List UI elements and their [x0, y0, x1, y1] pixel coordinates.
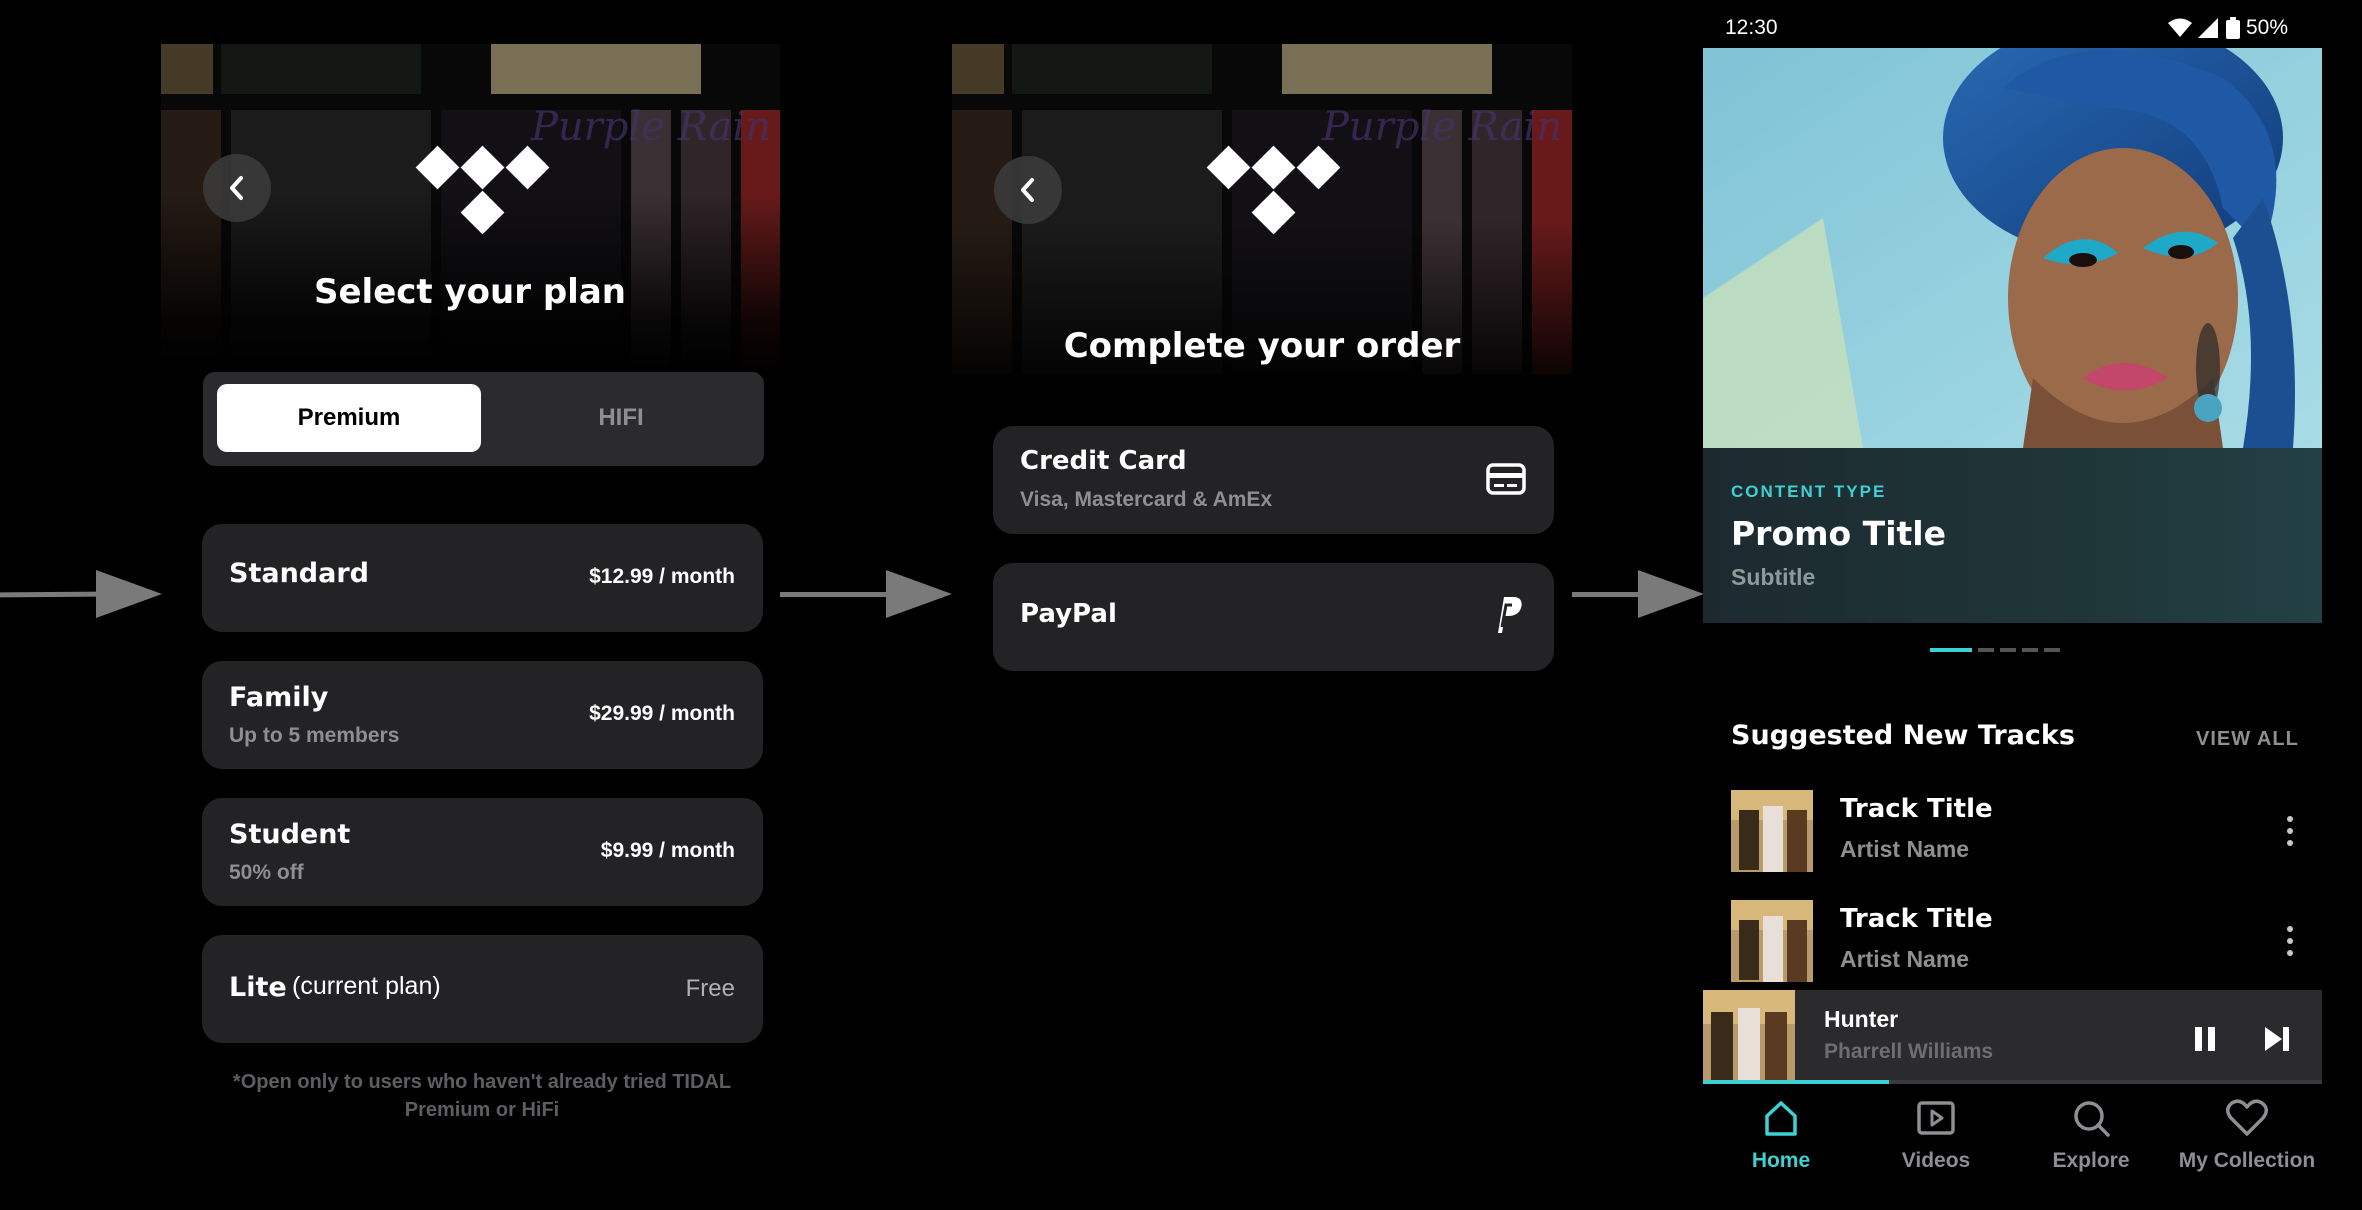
promo-content-type: CONTENT TYPE — [1731, 482, 1887, 501]
search-icon — [2074, 1101, 2110, 1137]
bottom-nav: Home Videos Explore My Collection — [1703, 1084, 2322, 1210]
nav-label: My Collection — [2178, 1149, 2316, 1172]
track-artwork — [1731, 900, 1813, 982]
battery-icon — [2226, 17, 2240, 39]
promo-info-panel: CONTENT TYPE Promo Title Subtitle — [1703, 448, 2322, 623]
back-button[interactable] — [203, 154, 271, 222]
plan-subtitle: Up to 5 members — [229, 724, 400, 747]
footnote-line-1: *Open only to users who haven't already … — [232, 1071, 732, 1093]
view-all-link[interactable]: VIEW ALL — [2196, 728, 2299, 751]
chevron-left-icon — [230, 176, 243, 200]
nav-label: Home — [1751, 1149, 1811, 1172]
page-dot[interactable] — [2022, 648, 2038, 652]
back-button[interactable] — [994, 156, 1062, 224]
video-icon — [1917, 1101, 1955, 1135]
status-time: 12:30 — [1725, 16, 1778, 39]
skip-next-icon[interactable] — [2263, 1026, 2291, 1052]
tidal-logo — [1206, 145, 1341, 238]
wifi-icon — [2168, 18, 2192, 37]
plan-name: Student — [229, 819, 351, 850]
track-artwork — [1731, 790, 1813, 872]
chevron-left-icon — [1021, 178, 1034, 202]
status-icons: 50% — [2168, 16, 2288, 40]
plan-price: Free — [685, 975, 735, 1002]
heart-icon — [2226, 1099, 2268, 1136]
signal-icon — [2198, 18, 2218, 38]
payment-method-name: PayPal — [1020, 599, 1117, 629]
track-row[interactable]: Track Title Artist Name — [1731, 788, 2306, 872]
plan-card-lite[interactable]: Lite (current plan) Free — [202, 935, 763, 1043]
paypal-icon — [1498, 597, 1522, 633]
page-dot-active[interactable] — [1930, 648, 1972, 652]
battery-percent: 50% — [2246, 16, 2289, 39]
plan-price: $9.99 / month — [600, 839, 735, 862]
nav-home[interactable]: Home — [1701, 1098, 1861, 1173]
nav-explore[interactable]: Explore — [2011, 1098, 2171, 1173]
home-icon — [1765, 1101, 1797, 1136]
now-playing-artist: Pharrell Williams — [1824, 1040, 1994, 1063]
order-screen-title: Complete your order — [1063, 326, 1461, 366]
page-dot[interactable] — [1978, 648, 1994, 652]
promo-subtitle: Subtitle — [1731, 564, 1816, 590]
order-hero-banner: Purple Rain — [952, 44, 1572, 434]
nav-videos[interactable]: Videos — [1856, 1098, 2016, 1173]
payment-credit-card[interactable]: Credit Card Visa, Mastercard & AmEx — [993, 426, 1554, 534]
pause-icon[interactable] — [2193, 1026, 2217, 1052]
plan-card-standard[interactable]: Standard $12.99 / month — [202, 524, 763, 632]
now-playing-artwork — [1703, 990, 1795, 1084]
track-title: Track Title — [1840, 904, 1993, 934]
credit-card-icon — [1486, 463, 1526, 495]
promo-title: Promo Title — [1731, 514, 1946, 553]
plan-name: Lite — [229, 972, 287, 1003]
tab-hifi[interactable]: HIFI — [489, 384, 753, 452]
now-playing-title: Hunter — [1824, 1006, 1899, 1032]
promo-banner[interactable]: CONTENT TYPE Promo Title Subtitle — [1703, 48, 2322, 623]
promo-image — [1703, 48, 2322, 448]
mini-player[interactable]: Hunter Pharrell Williams — [1703, 990, 2322, 1084]
promo-page-indicator — [1930, 648, 2100, 654]
nav-label: Explore — [2052, 1149, 2130, 1172]
plan-card-family[interactable]: Family Up to 5 members $29.99 / month — [202, 661, 763, 769]
plan-subtitle: 50% off — [229, 861, 304, 884]
current-plan-annotation: (current plan) — [292, 972, 441, 1000]
track-artist: Artist Name — [1840, 946, 1970, 972]
payment-paypal[interactable]: PayPal — [993, 563, 1554, 671]
nav-my-collection[interactable]: My Collection — [2167, 1098, 2327, 1173]
section-title: Suggested New Tracks — [1731, 720, 2075, 751]
plan-screen-title: Select your plan — [314, 272, 626, 312]
plan-tier-toggle: Premium HIFI — [203, 372, 764, 466]
nav-label: Videos — [1901, 1149, 1971, 1172]
payment-method-name: Credit Card — [1020, 446, 1187, 476]
plan-footnote: *Open only to users who haven't already … — [182, 1068, 782, 1124]
plan-price: $12.99 / month — [589, 565, 735, 588]
footnote-line-2: Premium or HiFi — [404, 1099, 560, 1121]
track-title: Track Title — [1840, 794, 1993, 824]
page-dot[interactable] — [2044, 648, 2060, 652]
plan-card-student[interactable]: Student 50% off $9.99 / month — [202, 798, 763, 906]
plan-price: $29.99 / month — [589, 702, 735, 725]
tidal-logo — [415, 145, 550, 238]
page-dot[interactable] — [2000, 648, 2016, 652]
track-row[interactable]: Track Title Artist Name — [1731, 898, 2306, 982]
plan-name: Standard — [229, 558, 369, 589]
more-options-icon[interactable] — [2287, 926, 2293, 962]
tab-premium[interactable]: Premium — [217, 384, 481, 452]
track-artist: Artist Name — [1840, 836, 1970, 862]
more-options-icon[interactable] — [2287, 816, 2293, 852]
plan-name: Family — [229, 682, 329, 713]
payment-method-subtitle: Visa, Mastercard & AmEx — [1020, 488, 1273, 511]
